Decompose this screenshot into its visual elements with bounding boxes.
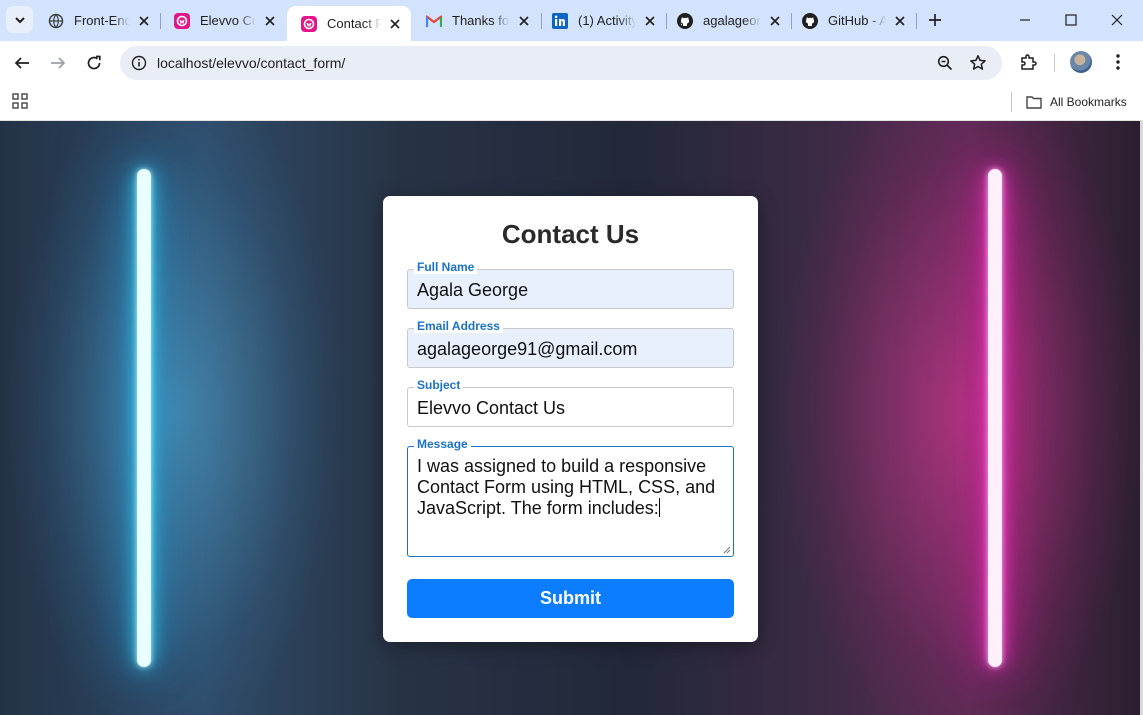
all-bookmarks-label: All Bookmarks <box>1050 95 1127 109</box>
github-icon <box>677 12 693 29</box>
close-icon[interactable] <box>387 16 403 32</box>
message-value: I was assigned to build a responsive Con… <box>417 456 716 518</box>
profile-avatar[interactable] <box>1070 51 1092 73</box>
close-icon[interactable] <box>262 13 278 29</box>
tab-github-profile[interactable]: agalageorg <box>663 6 791 35</box>
tab-strip: Front-End Elevvo Co Contact Fo Thanks fo… <box>0 0 1143 41</box>
elevvo-icon <box>301 15 317 32</box>
email-label: Email Address <box>414 319 503 333</box>
menu-button[interactable] <box>1106 50 1130 74</box>
bookmarks-divider <box>1011 92 1012 112</box>
tab-separator <box>916 13 917 29</box>
url-text[interactable]: localhost/elevvo/contact_form/ <box>157 55 345 71</box>
text-caret <box>658 498 660 517</box>
tab-label: Elevvo Co <box>200 13 256 28</box>
close-icon[interactable] <box>136 13 152 29</box>
apps-grid-icon[interactable] <box>12 93 28 109</box>
form-title: Contact Us <box>501 219 640 249</box>
message-textarea[interactable]: Message I was assigned to build a respon… <box>407 437 734 557</box>
close-icon[interactable] <box>767 13 783 29</box>
message-label: Message <box>414 437 471 451</box>
subject-field[interactable]: Subject Elevvo Contact Us <box>407 378 734 427</box>
github-icon <box>802 12 818 29</box>
tab-search-button[interactable] <box>6 6 33 33</box>
subject-value[interactable]: Elevvo Contact Us <box>417 398 565 419</box>
reload-button[interactable] <box>80 49 108 77</box>
minimize-button[interactable] <box>1002 0 1048 40</box>
bookmarks-bar: All Bookmarks <box>0 85 1143 121</box>
tab-github-repo[interactable]: GitHub - A <box>788 6 916 35</box>
chevron-down-icon <box>14 16 25 23</box>
full-name-field[interactable]: Full Name Agala George <box>407 260 734 309</box>
arrow-left-icon <box>14 57 29 69</box>
plus-icon <box>929 14 941 26</box>
folder-icon <box>1026 94 1042 110</box>
browser-toolbar: localhost/elevvo/contact_form/ <box>0 41 1143 85</box>
minimize-icon <box>1020 19 1030 21</box>
gmail-icon <box>426 13 442 29</box>
full-name-label: Full Name <box>414 260 478 274</box>
close-icon[interactable] <box>516 13 532 29</box>
zoom-icon[interactable] <box>936 54 954 72</box>
subject-label: Subject <box>414 378 464 392</box>
message-content[interactable]: I was assigned to build a responsive Con… <box>417 456 724 519</box>
tab-gmail[interactable]: Thanks for <box>412 6 540 35</box>
tab-front-end[interactable]: Front-End <box>34 6 160 35</box>
arrow-right-icon <box>51 57 66 69</box>
info-icon[interactable] <box>131 55 147 71</box>
email-field[interactable]: Email Address agalageorge91@gmail.com <box>407 319 734 368</box>
star-icon[interactable] <box>969 54 987 72</box>
elevvo-icon <box>174 12 190 29</box>
tab-label: Front-End <box>74 13 130 28</box>
tab-label: Contact Fo <box>327 16 381 31</box>
tab-label: GitHub - A <box>828 13 886 28</box>
address-bar[interactable]: localhost/elevvo/contact_form/ <box>120 46 1002 80</box>
contact-form: Contact Us Full Name Agala George Email … <box>383 196 758 642</box>
page-viewport: Contact Us Full Name Agala George Email … <box>0 121 1140 715</box>
close-icon[interactable] <box>642 13 658 29</box>
tab-contact-form[interactable]: Contact Fo <box>287 6 411 41</box>
more-vert-icon <box>1116 54 1120 70</box>
tab-label: Thanks for <box>452 13 510 28</box>
submit-button[interactable]: Submit <box>407 579 734 618</box>
toolbar-divider <box>1054 54 1055 72</box>
close-window-button[interactable] <box>1094 0 1140 40</box>
close-icon <box>1111 14 1123 26</box>
all-bookmarks-button[interactable]: All Bookmarks <box>1026 92 1127 112</box>
maximize-icon <box>1065 14 1077 26</box>
back-button[interactable] <box>8 49 36 77</box>
tab-elevvo-co[interactable]: Elevvo Co <box>160 6 286 35</box>
close-icon[interactable] <box>892 13 908 29</box>
tab-linkedin[interactable]: (1) Activity <box>538 6 666 35</box>
globe-icon <box>48 13 64 29</box>
tab-label: (1) Activity <box>578 13 636 28</box>
full-name-value[interactable]: Agala George <box>417 280 528 301</box>
new-tab-button[interactable] <box>923 8 947 32</box>
extensions-button[interactable] <box>1016 50 1040 74</box>
tab-label: agalageorg <box>703 13 761 28</box>
email-value[interactable]: agalageorge91@gmail.com <box>417 339 637 360</box>
puzzle-icon <box>1021 54 1037 70</box>
neon-light-right <box>988 169 1002 667</box>
forward-button[interactable] <box>44 49 72 77</box>
resize-handle-icon[interactable] <box>723 546 731 554</box>
linkedin-icon <box>552 12 568 29</box>
maximize-button[interactable] <box>1048 0 1094 40</box>
neon-light-left <box>137 169 151 667</box>
reload-icon <box>87 55 101 70</box>
